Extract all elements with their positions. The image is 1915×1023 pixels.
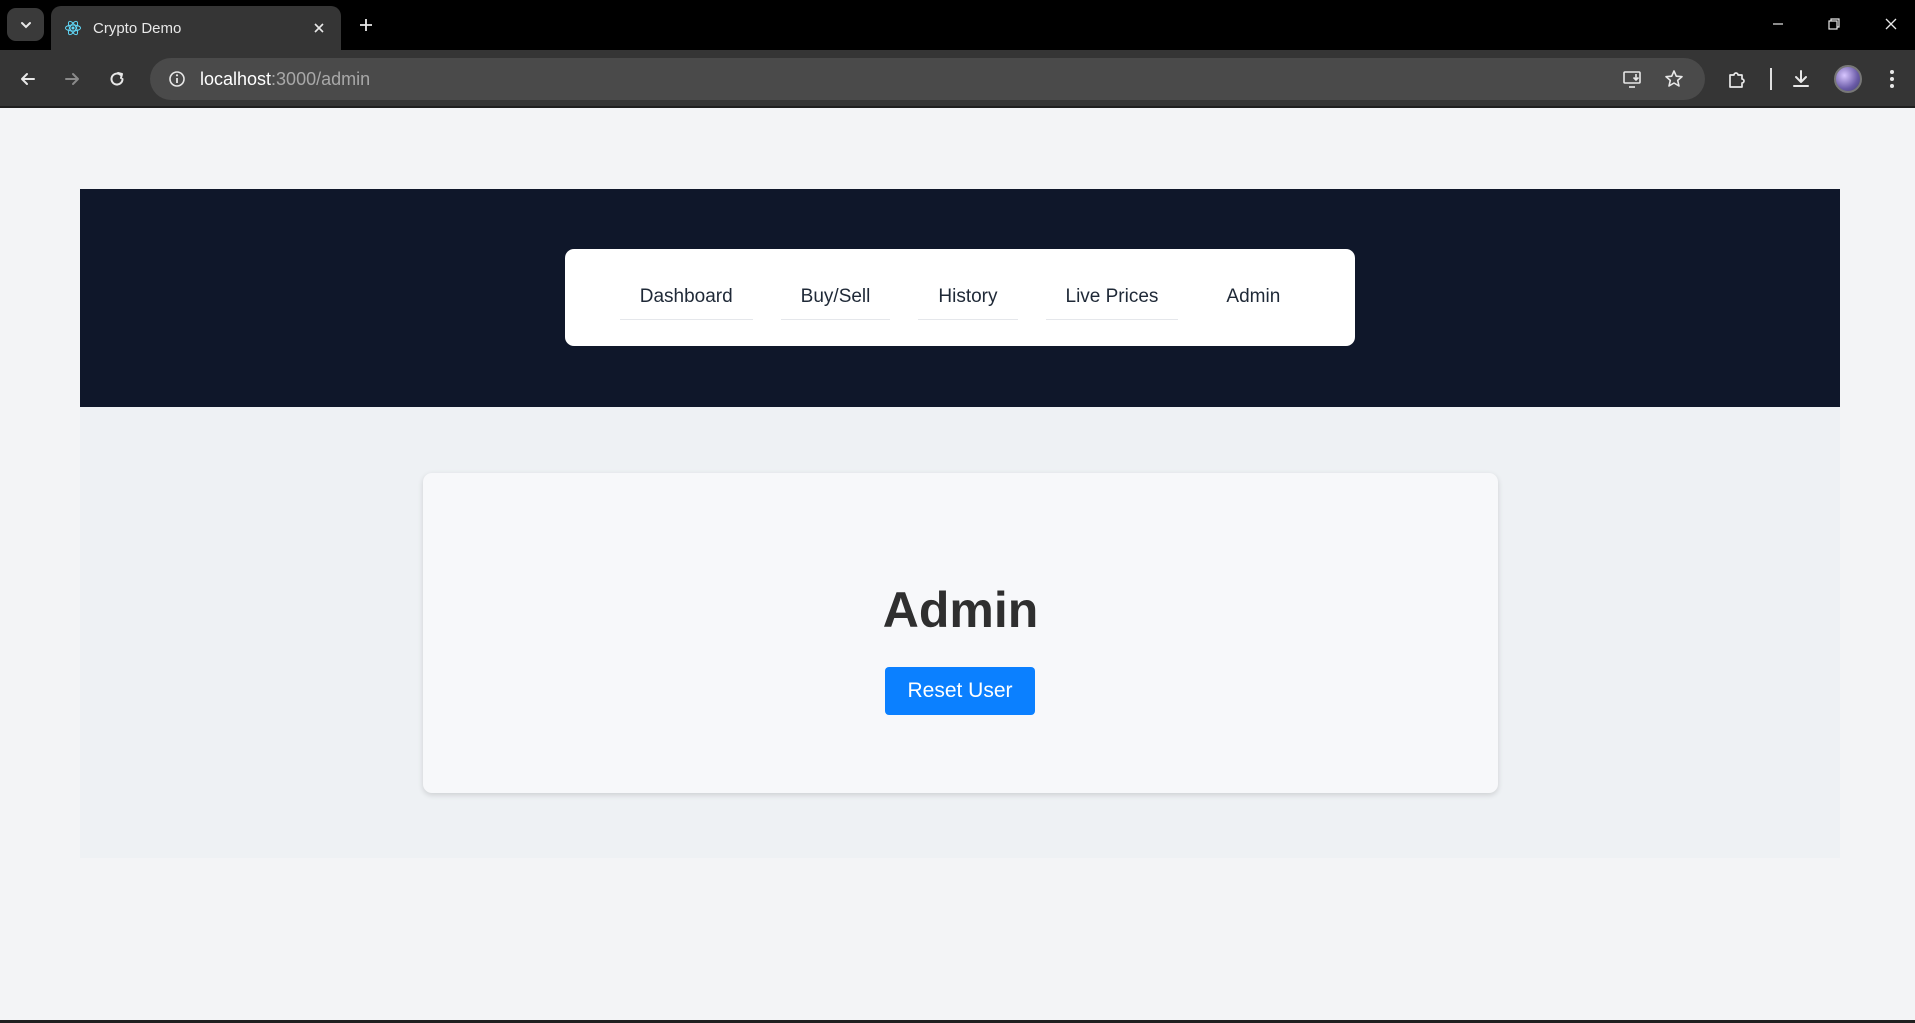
arrow-left-icon	[21, 73, 35, 85]
app-container: Dashboard Buy/Sell History Live Prices A…	[80, 189, 1840, 858]
page-viewport: Dashboard Buy/Sell History Live Prices A…	[0, 109, 1915, 1023]
close-window-button[interactable]	[1871, 10, 1911, 38]
admin-card: Admin Reset User	[423, 473, 1498, 793]
minimize-icon	[1773, 23, 1783, 25]
chevron-down-icon	[20, 21, 31, 28]
plus-icon	[360, 19, 372, 31]
close-icon	[1885, 18, 1897, 30]
nav-link-dashboard[interactable]: Dashboard	[619, 275, 753, 320]
url-host: localhost	[200, 68, 272, 89]
react-icon	[63, 18, 83, 38]
reset-user-button[interactable]: Reset User	[885, 667, 1035, 715]
tab-title: Crypto Demo	[93, 19, 182, 37]
browser-menu-button[interactable]	[1877, 64, 1907, 94]
forward-button[interactable]	[57, 64, 87, 94]
address-bar[interactable]: localhost:3000/admin	[150, 58, 1705, 100]
app-header: Dashboard Buy/Sell History Live Prices A…	[80, 189, 1840, 407]
reload-button[interactable]	[102, 64, 132, 94]
minimize-window-button[interactable]	[1758, 10, 1798, 38]
new-tab-button[interactable]	[353, 12, 379, 38]
download-icon	[1793, 70, 1809, 87]
nav-link-history[interactable]: History	[918, 275, 1018, 320]
main-nav: Dashboard Buy/Sell History Live Prices A…	[565, 249, 1355, 346]
close-tab-icon[interactable]	[309, 18, 329, 38]
install-app-icon[interactable]	[1618, 64, 1648, 94]
more-vertical-icon	[1890, 70, 1894, 88]
url-text: localhost:3000/admin	[200, 69, 370, 90]
bookmark-star-icon[interactable]	[1659, 64, 1689, 94]
url-path: :3000/admin	[271, 68, 371, 89]
puzzle-icon	[1729, 72, 1745, 88]
back-button[interactable]	[13, 64, 43, 94]
arrow-right-icon	[65, 73, 79, 85]
nav-link-buy-sell[interactable]: Buy/Sell	[780, 275, 891, 320]
nav-link-live-prices[interactable]: Live Prices	[1045, 275, 1179, 320]
reload-icon	[110, 72, 124, 86]
profile-avatar[interactable]	[1834, 65, 1862, 93]
browser-tab-strip: Crypto Demo	[0, 0, 1915, 50]
nav-link-admin[interactable]: Admin	[1206, 275, 1300, 320]
extensions-button[interactable]	[1722, 64, 1752, 94]
toolbar-divider	[1770, 68, 1772, 90]
browser-tab[interactable]: Crypto Demo	[51, 6, 341, 50]
site-info-icon[interactable]	[156, 58, 198, 100]
tab-search-button[interactable]	[7, 8, 44, 41]
restore-icon	[1828, 18, 1840, 30]
page-title: Admin	[882, 582, 1039, 638]
restore-window-button[interactable]	[1814, 10, 1854, 38]
downloads-button[interactable]	[1786, 64, 1816, 94]
browser-toolbar: localhost:3000/admin	[0, 50, 1915, 108]
